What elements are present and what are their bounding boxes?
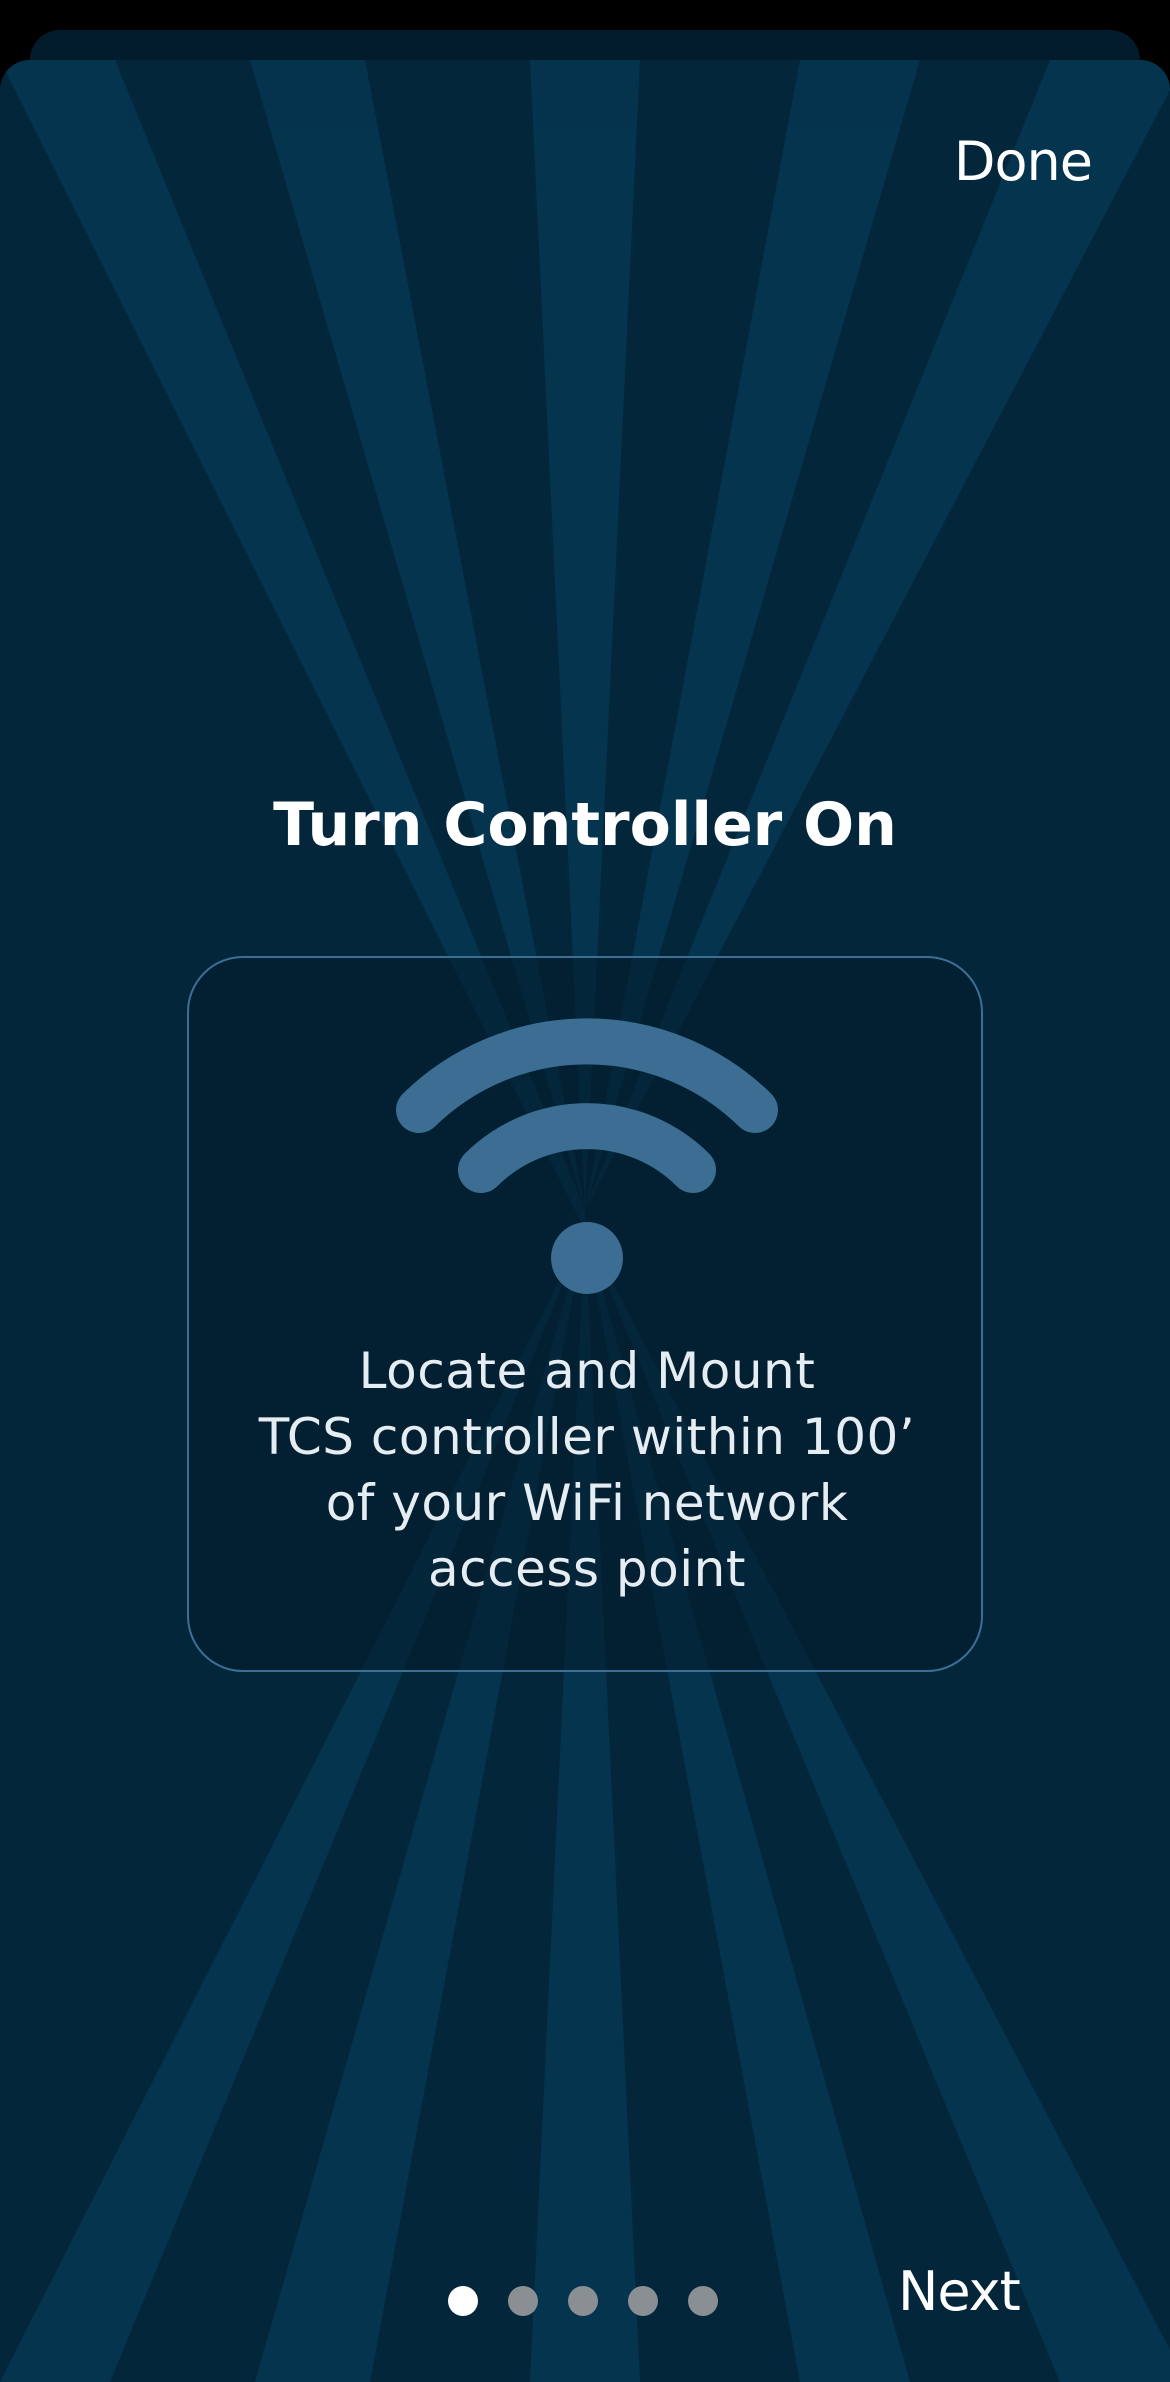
instruction-line: Locate and Mount — [358, 1342, 816, 1400]
instruction-line: TCS controller within 100’ — [258, 1408, 916, 1466]
instruction-card: Locate and Mount TCS controller within 1… — [187, 956, 983, 1672]
done-button[interactable]: Done — [954, 130, 1093, 193]
instruction-text: Locate and Mount TCS controller within 1… — [189, 1338, 985, 1602]
next-button[interactable]: Next — [898, 2260, 1021, 2323]
page-dot-2[interactable] — [508, 2286, 538, 2316]
modal-sheet: Done Turn Controller On Locate and Mount… — [0, 60, 1170, 2382]
page-dot-4[interactable] — [628, 2286, 658, 2316]
page-dot-3[interactable] — [568, 2286, 598, 2316]
page-indicator[interactable] — [448, 2286, 748, 2316]
onboarding-screen: Done Turn Controller On Locate and Mount… — [0, 0, 1170, 2382]
instruction-line: of your WiFi network — [325, 1474, 849, 1532]
instruction-line: access point — [428, 1540, 746, 1598]
page-title: Turn Controller On — [273, 790, 897, 860]
wifi-icon — [396, 1018, 778, 1294]
page-dot-1[interactable] — [448, 2286, 478, 2316]
page-dot-5[interactable] — [688, 2286, 718, 2316]
